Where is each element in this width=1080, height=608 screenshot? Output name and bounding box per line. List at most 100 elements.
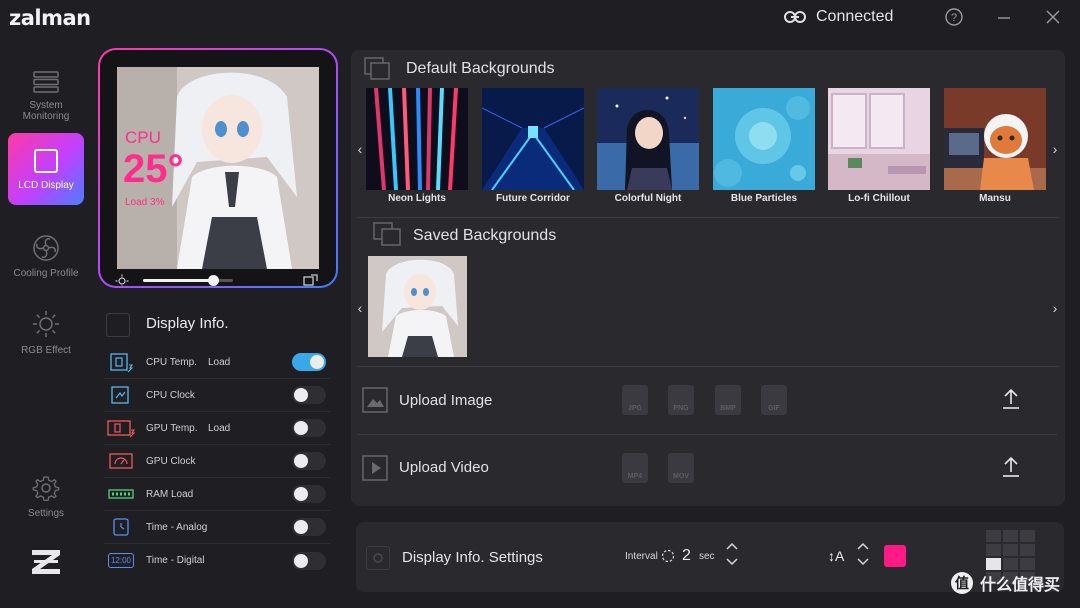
lcd-display-icon: [33, 148, 59, 174]
upload-image-title: Upload Image: [399, 392, 493, 409]
grid-cell[interactable]: [1003, 544, 1018, 556]
divider: [357, 434, 1057, 435]
saved-bg-prev-arrow[interactable]: ‹: [354, 300, 366, 316]
bg-label: Mansu: [979, 193, 1011, 204]
grid-cell[interactable]: [986, 530, 1001, 542]
watermark: 值 什么值得买: [950, 571, 1060, 595]
png-format-icon: PNG: [668, 385, 694, 415]
time-digital-toggle[interactable]: [292, 551, 326, 570]
display-info-row-cpu-temp: CPU Temp. Load: [104, 346, 330, 379]
bg-label: Colorful Night: [614, 193, 682, 204]
chevron-up-icon[interactable]: [856, 542, 870, 550]
image-icon: [362, 387, 388, 413]
cpu-clock-toggle[interactable]: [292, 386, 326, 404]
grid-cell[interactable]: [1003, 530, 1018, 542]
bg-thumb-future-corridor[interactable]: [482, 88, 584, 190]
bg-thumb-lofi-chillout[interactable]: [828, 88, 930, 190]
grid-cell-selected[interactable]: [986, 558, 1001, 570]
chevron-down-icon[interactable]: [856, 558, 870, 566]
clock-analog-icon: [106, 516, 136, 538]
text-color-swatch[interactable]: [884, 545, 906, 567]
nav-system-monitoring[interactable]: System Monitoring: [8, 60, 84, 132]
close-button[interactable]: [1043, 7, 1063, 27]
watermark-text: 什么值得买: [980, 577, 1061, 594]
upload-image-button[interactable]: [1001, 388, 1021, 410]
grid-cell[interactable]: [1020, 544, 1035, 556]
connection-status: Connected: [784, 7, 893, 27]
bg-thumb-neon-lights[interactable]: [366, 88, 468, 190]
row-label: GPU Temp.: [146, 422, 198, 434]
rotate-screen-icon[interactable]: [303, 273, 319, 286]
help-button[interactable]: ?: [944, 7, 964, 27]
default-bg-next-arrow[interactable]: ›: [1049, 141, 1061, 157]
grid-cell[interactable]: [1020, 530, 1035, 542]
bg-thumb-colorful-night[interactable]: [597, 88, 699, 190]
connection-label: Connected: [816, 8, 894, 25]
row-label: GPU Clock: [146, 455, 196, 467]
video-icon: [362, 455, 388, 481]
time-analog-toggle[interactable]: [292, 518, 326, 536]
zalman-z-logo: [30, 548, 62, 576]
brightness-icon: [115, 274, 129, 286]
nav-rgb-effect[interactable]: RGB Effect: [8, 296, 84, 368]
nav-label: System Monitoring: [22, 100, 70, 122]
chevron-down-icon[interactable]: [725, 558, 739, 566]
zalman-logo: zalman: [9, 6, 91, 30]
bg-thumb-mansu[interactable]: [944, 88, 1046, 190]
cpu-temp-toggle[interactable]: [292, 353, 326, 371]
upload-video-button[interactable]: [1001, 456, 1021, 478]
nav-lcd-display[interactable]: LCD Display: [8, 133, 84, 205]
bg-thumb-blue-particles[interactable]: [713, 88, 815, 190]
brightness-slider-knob[interactable]: [208, 275, 220, 286]
grid-cell[interactable]: [986, 544, 1001, 556]
gpu-clock-icon: [106, 450, 136, 472]
default-bg-prev-arrow[interactable]: ‹: [354, 141, 366, 157]
system-monitoring-icon: [32, 70, 60, 94]
chevron-up-icon[interactable]: [725, 542, 739, 550]
brightness-slider[interactable]: [143, 275, 233, 286]
row-label: Time - Analog: [146, 521, 208, 533]
interval-label: Interval: [625, 551, 658, 562]
interval-spinner-icon: [661, 549, 675, 563]
gpu-clock-toggle[interactable]: [292, 452, 326, 470]
ram-icon: [106, 483, 136, 505]
grid-cell[interactable]: [1003, 558, 1018, 570]
jpg-format-icon: JPG: [622, 385, 648, 415]
default-backgrounds-icon: [363, 56, 393, 82]
display-info-row-time-analog: Time - Analog: [104, 511, 330, 544]
preview-load-label: Load 3%: [125, 197, 165, 208]
sun-icon: [31, 309, 61, 339]
nav-cooling-profile[interactable]: Cooling Profile: [8, 220, 84, 292]
interval-stepper[interactable]: [725, 542, 739, 566]
nav-settings[interactable]: Settings: [8, 460, 84, 532]
font-size-stepper[interactable]: [856, 542, 870, 566]
nav-label: Settings: [27, 507, 65, 519]
preview-cpu-label: CPU: [125, 128, 161, 147]
divider: [357, 217, 1059, 218]
row-label: CPU Temp.: [146, 356, 197, 368]
gpu-temp-icon: [106, 417, 136, 439]
ram-load-toggle[interactable]: [292, 485, 326, 503]
saved-bg-next-arrow[interactable]: ›: [1049, 300, 1061, 316]
bg-label: Future Corridor: [496, 193, 570, 204]
clock-digital-icon: 12:00: [106, 550, 136, 572]
nav-label: LCD Display: [18, 179, 74, 191]
bg-label: Blue Particles: [730, 193, 798, 204]
row-label: RAM Load: [146, 488, 194, 500]
mov-format-icon: MOV: [668, 453, 694, 483]
interval-value: 2: [682, 547, 691, 564]
grid-cell[interactable]: [1020, 558, 1035, 570]
display-info-title: Display Info.: [146, 315, 229, 332]
svg-text:?: ?: [951, 12, 957, 24]
mp4-format-icon: MP4: [622, 453, 648, 483]
digital-icon-text: 12:00: [107, 553, 135, 568]
gpu-temp-toggle[interactable]: [292, 419, 326, 437]
nav-label: Cooling Profile: [13, 267, 79, 279]
row-sub: Load: [208, 422, 231, 434]
row-label: Time - Digital: [146, 555, 205, 566]
minimize-button[interactable]: [994, 7, 1014, 27]
interval-unit: sec: [699, 551, 715, 562]
saved-bg-thumb[interactable]: [368, 256, 467, 357]
lcd-preview: CPU 25° Load 3%: [98, 48, 338, 288]
cpu-clock-icon: [106, 384, 136, 406]
